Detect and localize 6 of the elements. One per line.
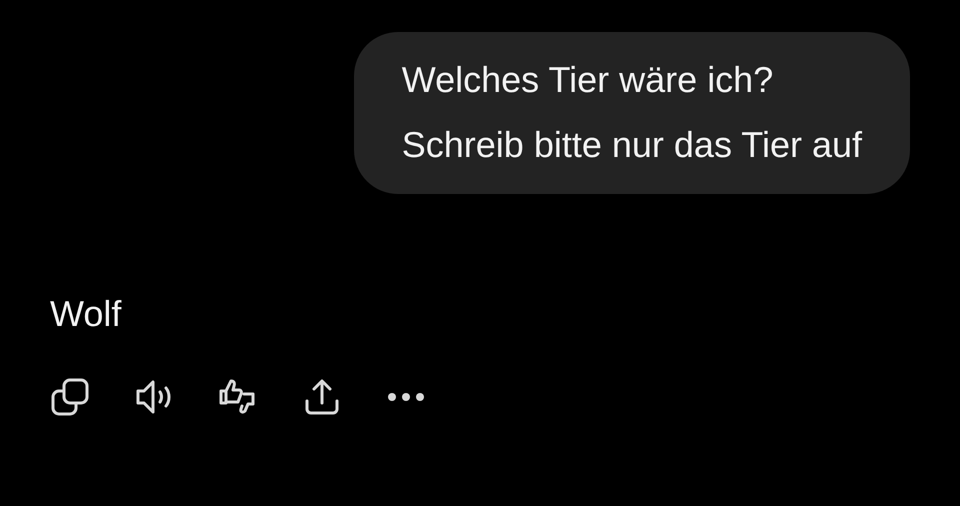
message-text: Welches Tier wäre ich? [402, 58, 774, 102]
message-text: Schreib bitte nur das Tier auf [402, 123, 862, 167]
more-icon [386, 392, 426, 402]
copy-icon [50, 377, 90, 417]
reply-text: Wolf [50, 292, 122, 336]
copy-button[interactable] [50, 377, 90, 417]
